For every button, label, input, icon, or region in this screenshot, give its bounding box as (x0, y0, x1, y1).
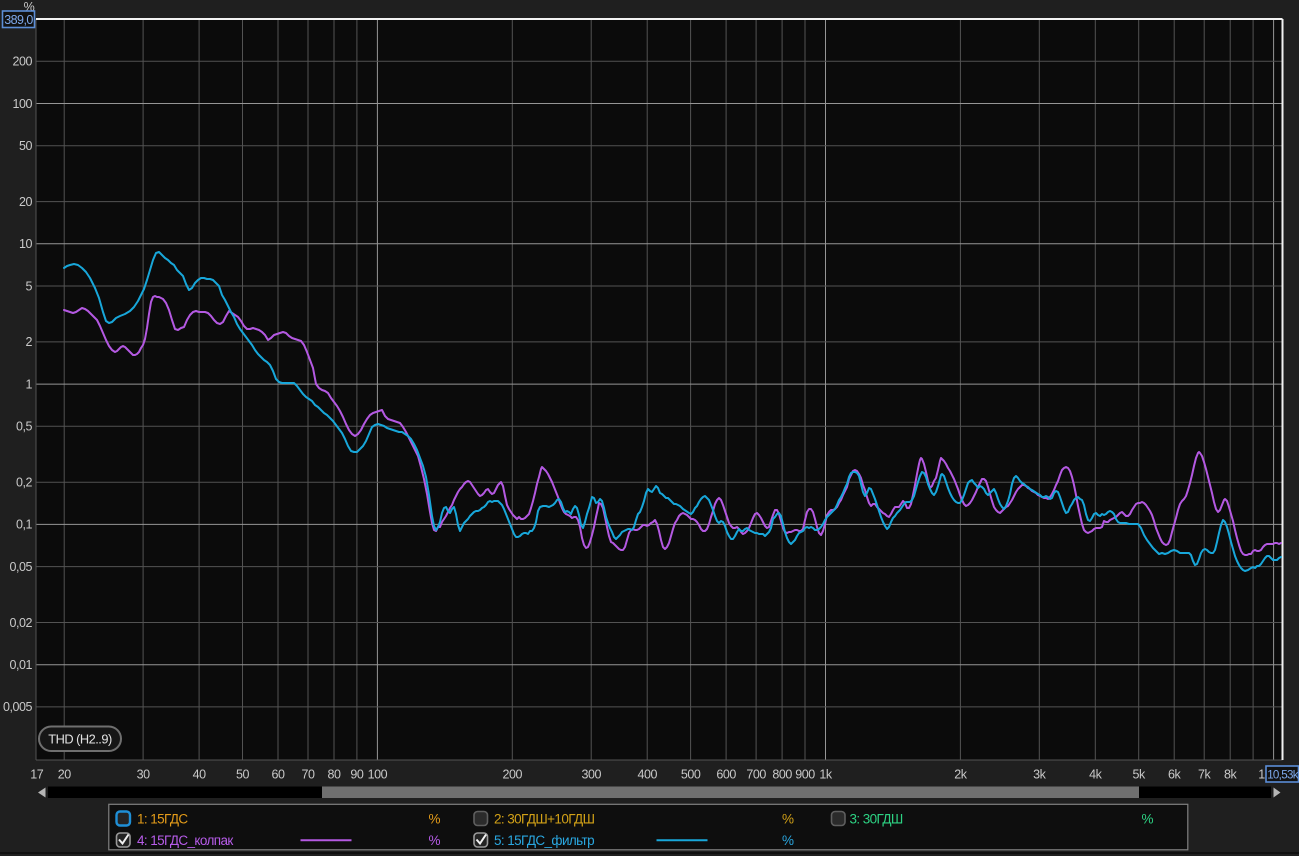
svg-text:THD (H2..9): THD (H2..9) (48, 732, 112, 747)
svg-text:5: 5 (25, 279, 32, 293)
svg-text:400: 400 (637, 768, 657, 782)
svg-text:700: 700 (746, 768, 766, 782)
svg-text:10,53k: 10,53k (1267, 769, 1299, 782)
svg-text:%: % (429, 833, 441, 848)
svg-text:0,005: 0,005 (3, 700, 33, 714)
svg-text:4k: 4k (1089, 768, 1103, 782)
svg-text:4: 15ГДС_колпак: 4: 15ГДС_колпак (137, 833, 233, 848)
svg-text:40: 40 (193, 768, 207, 782)
svg-text:389,0: 389,0 (4, 13, 33, 27)
svg-text:200: 200 (12, 55, 32, 69)
svg-text:5k: 5k (1133, 768, 1147, 782)
svg-text:%: % (429, 812, 441, 827)
svg-text:8k: 8k (1224, 768, 1238, 782)
svg-text:%: % (782, 833, 794, 848)
svg-text:6k: 6k (1168, 768, 1182, 782)
svg-text:1k: 1k (819, 768, 833, 782)
svg-text:20: 20 (19, 195, 33, 209)
svg-text:60: 60 (271, 768, 285, 782)
svg-text:3k: 3k (1033, 768, 1047, 782)
svg-text:7k: 7k (1198, 768, 1212, 782)
svg-text:900: 900 (795, 768, 815, 782)
svg-text:1: 1 (25, 377, 32, 391)
svg-text:0,1: 0,1 (16, 518, 33, 532)
svg-text:100: 100 (368, 768, 388, 782)
svg-text:500: 500 (681, 768, 701, 782)
svg-text:30: 30 (137, 768, 151, 782)
svg-text:3: 30ГДШ: 3: 30ГДШ (850, 812, 903, 827)
svg-text:1: 15ГДС: 1: 15ГДС (137, 812, 188, 827)
svg-text:2: 2 (25, 335, 32, 349)
svg-text:300: 300 (581, 768, 601, 782)
svg-text:70: 70 (301, 768, 315, 782)
svg-text:2: 30ГДШ+10ГДШ: 2: 30ГДШ+10ГДШ (494, 812, 595, 827)
svg-text:100: 100 (12, 97, 32, 111)
svg-text:10: 10 (19, 237, 33, 251)
svg-text:800: 800 (772, 768, 792, 782)
svg-text:0,5: 0,5 (16, 420, 33, 434)
svg-text:1: 1 (1258, 768, 1265, 782)
svg-text:2k: 2k (954, 768, 968, 782)
svg-text:0,01: 0,01 (9, 658, 32, 672)
svg-text:90: 90 (350, 768, 364, 782)
svg-text:50: 50 (19, 139, 33, 153)
svg-text:50: 50 (236, 768, 250, 782)
svg-text:80: 80 (327, 768, 341, 782)
svg-text:%: % (782, 812, 794, 827)
svg-text:0,2: 0,2 (16, 476, 33, 490)
svg-text:0,02: 0,02 (9, 616, 32, 630)
svg-text:20: 20 (58, 768, 72, 782)
svg-text:200: 200 (503, 768, 523, 782)
svg-text:0,05: 0,05 (9, 560, 32, 574)
svg-text:5: 15ГДС_фильтр: 5: 15ГДС_фильтр (494, 833, 594, 848)
svg-text:17: 17 (30, 768, 44, 782)
svg-text:%: % (1142, 812, 1154, 827)
svg-text:600: 600 (716, 768, 736, 782)
